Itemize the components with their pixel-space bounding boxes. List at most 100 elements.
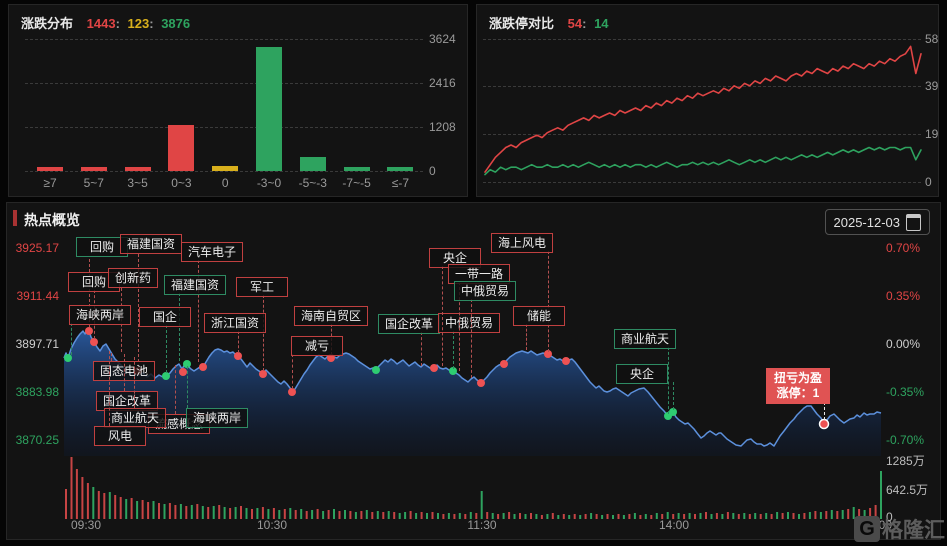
volume-bar: [470, 512, 472, 519]
gridline: [25, 127, 423, 128]
volume-bar: [760, 514, 762, 519]
hotspot-tag[interactable]: 海峡两岸: [186, 408, 248, 428]
volume-bar: [628, 514, 630, 519]
volume-bar: [519, 513, 521, 519]
volume-bar: [809, 512, 811, 519]
volume-bar: [213, 506, 215, 519]
event-dot: [500, 360, 508, 368]
hotspot-tag[interactable]: 海上风电: [491, 233, 553, 253]
watermark: G 格隆汇: [854, 514, 945, 544]
limit-compare-line-chart[interactable]: 5839190: [477, 5, 938, 196]
volume-bar: [300, 509, 302, 519]
panel-updown-distribution: 涨跌分布 1443: 123: 3876 3624241612080≥75~73…: [8, 4, 468, 197]
x-axis-tick: ≥7: [28, 176, 72, 190]
hotspot-tag[interactable]: 风电: [94, 426, 146, 446]
volume-bar: [596, 514, 598, 519]
event-dot: [234, 352, 242, 360]
volume-bar: [820, 512, 822, 519]
hotspot-tag[interactable]: 汽车电子: [181, 242, 243, 262]
annotation-leader: [292, 354, 293, 389]
volume-bar: [169, 503, 171, 519]
volume-bar: [251, 509, 253, 519]
volume-bar: [508, 512, 510, 519]
volume-bar: [661, 514, 663, 519]
event-dot: [562, 357, 570, 365]
distribution-bar: [212, 166, 238, 171]
distribution-bar: [168, 125, 194, 171]
hotspot-tag[interactable]: 国企: [139, 307, 191, 327]
volume-bar: [284, 509, 286, 519]
annotation-leader: [187, 366, 188, 408]
annotation-leader: [71, 323, 72, 355]
hotspot-tag[interactable]: 减亏: [291, 336, 343, 356]
hotspot-tag[interactable]: 国企改革: [378, 314, 440, 334]
volume-bar: [191, 505, 193, 519]
volume-bar: [349, 511, 351, 519]
hotspot-tag[interactable]: 福建国资: [164, 275, 226, 295]
y-axis-tick: 2416: [429, 76, 456, 90]
volume-bar: [262, 507, 264, 519]
volume-bar: [328, 510, 330, 519]
volume-bar: [503, 513, 505, 519]
volume-bar: [382, 512, 384, 519]
hotspot-tag[interactable]: 商业航天: [614, 329, 676, 349]
volume-bar: [667, 512, 669, 519]
volume-bar: [711, 514, 713, 519]
gridline: [25, 83, 423, 84]
annotation-leader: [179, 293, 180, 361]
volume-bar: [366, 510, 368, 519]
volume-bar: [267, 509, 269, 519]
hotspot-tag[interactable]: 福建国资: [120, 234, 182, 254]
volume-bar: [683, 514, 685, 519]
hotspot-tag[interactable]: 浙江国资: [204, 313, 266, 333]
volume-bar: [136, 501, 138, 519]
volume-bar: [618, 514, 620, 519]
x-axis-tick: -7~-5: [335, 176, 379, 190]
hotspot-intraday-chart[interactable]: 3925.173911.443897.713883.983870.250.70%…: [7, 203, 940, 539]
volume-bar: [92, 487, 94, 519]
volume-bar: [765, 513, 767, 519]
series-line-green: [485, 148, 921, 175]
annotation-leader: [166, 325, 167, 373]
volume-bar: [207, 507, 209, 519]
hotspot-tag[interactable]: 央企: [616, 364, 668, 384]
event-dot: [259, 370, 267, 378]
annotation-leader: [175, 365, 176, 414]
limit-up-tooltip[interactable]: 扭亏为盈涨停：1: [766, 368, 830, 404]
distribution-bar-chart[interactable]: 3624241612080≥75~73~50~30-3~0-5~-3-7~-5≤…: [9, 5, 467, 196]
market-dashboard: 涨跌分布 1443: 123: 3876 3624241612080≥75~73…: [0, 0, 947, 546]
annotation-leader: [109, 351, 110, 426]
tooltip-line1: 扭亏为盈: [774, 371, 822, 386]
volume-bar: [125, 499, 127, 519]
panel-hotspot-overview: 热点概览 2025-12-03 3925.173911.443897.71388…: [6, 202, 941, 540]
hotspot-tag[interactable]: 海峡两岸: [69, 305, 131, 325]
volume-bar: [639, 515, 641, 519]
volume-bar: [339, 511, 341, 519]
volume-bar: [607, 514, 609, 519]
hotspot-tag[interactable]: 商业航天: [104, 408, 166, 428]
hotspot-tag[interactable]: 创新药: [108, 268, 158, 288]
volume-bar: [256, 508, 258, 519]
volume-bar: [218, 505, 220, 519]
event-dot: [477, 379, 485, 387]
distribution-bar: [387, 167, 413, 171]
volume-bar: [235, 507, 237, 519]
hotspot-tag[interactable]: 军工: [236, 277, 288, 297]
volume-bar: [355, 512, 357, 519]
volume-bar: [492, 513, 494, 519]
volume-bar: [229, 508, 231, 519]
hotspot-tag[interactable]: 海南自贸区: [294, 306, 368, 326]
hotspot-tag[interactable]: 中俄贸易: [454, 281, 516, 301]
hotspot-tag[interactable]: 中俄贸易: [438, 313, 500, 333]
event-dot: [372, 366, 380, 374]
hotspot-tag[interactable]: 储能: [513, 306, 565, 326]
volume-bar: [240, 506, 242, 519]
volume-bar: [880, 471, 882, 519]
volume-bar: [410, 511, 412, 519]
y-axis-tick: 3624: [429, 32, 456, 46]
volume-bar: [814, 511, 816, 519]
event-dot: [162, 372, 170, 380]
volume-bar: [393, 512, 395, 519]
volume-bar: [415, 513, 417, 519]
event-dot: [90, 338, 98, 346]
